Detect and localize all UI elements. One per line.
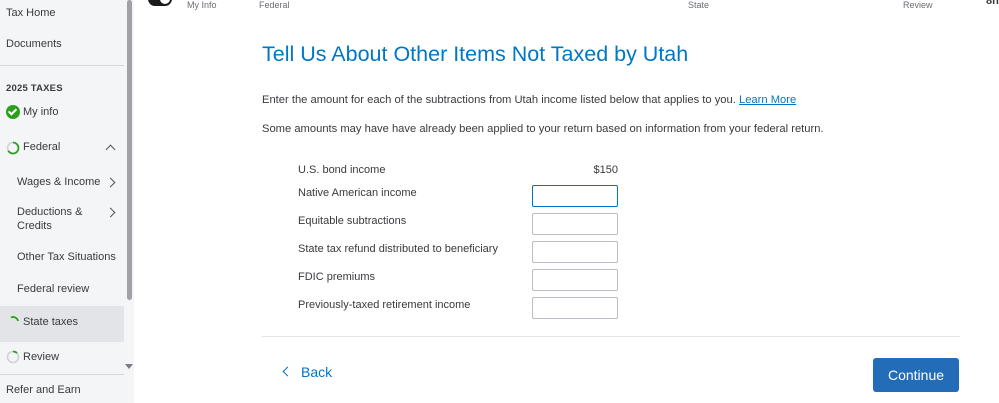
sidebar-item-label: Federal review — [17, 283, 90, 295]
scroll-down-arrow-icon[interactable] — [125, 364, 133, 369]
back-button-label: Back — [301, 364, 333, 380]
chevron-up-icon[interactable] — [105, 144, 116, 155]
sidebar-item-wages-income[interactable]: Wages & Income — [0, 176, 124, 192]
footer-divider — [262, 336, 960, 337]
sidebar-item-label: Deductions & — [17, 206, 83, 218]
time-remaining: 8h — [986, 0, 999, 7]
state-tax-refund-input[interactable] — [532, 241, 618, 263]
equitable-subtractions-input[interactable] — [532, 213, 618, 235]
intro-paragraph: Enter the amount for each of the subtrac… — [262, 94, 796, 106]
progress-ring-icon — [6, 141, 20, 155]
toggle-switch[interactable] — [148, 0, 172, 6]
sidebar-item-federal-review[interactable]: Federal review — [0, 283, 124, 299]
row-label-fdic-premiums: FDIC premiums — [298, 271, 376, 283]
note-paragraph: Some amounts may have have already been … — [262, 123, 824, 135]
native-american-income-input[interactable] — [532, 185, 618, 207]
row-label-state-tax-refund: State tax refund distributed to benefici… — [298, 243, 498, 255]
continue-button[interactable]: Continue — [873, 358, 959, 392]
scrollbar-thumb[interactable] — [127, 0, 132, 300]
checkmark-icon — [6, 105, 20, 119]
sidebar-item-label: Documents — [6, 38, 62, 50]
sidebar-divider — [0, 374, 124, 375]
sidebar-item-documents[interactable]: Documents — [0, 38, 130, 50]
sidebar: Tax Home Documents 2025 TAXES My info Fe… — [0, 0, 124, 403]
sidebar-item-label: Wages & Income — [17, 176, 101, 188]
back-button[interactable]: Back — [280, 364, 332, 380]
progress-step-state: State — [688, 0, 710, 10]
us-bond-income-value: $150 — [593, 164, 618, 176]
sidebar-item-label: Federal — [23, 141, 61, 153]
sidebar-scrollbar[interactable] — [124, 0, 134, 403]
sidebar-divider — [0, 65, 124, 66]
sidebar-item-review[interactable]: Review — [0, 350, 124, 366]
progress-step-my-info: My Info — [187, 0, 217, 10]
chevron-left-icon — [282, 366, 293, 377]
sidebar-item-state-taxes[interactable]: State taxes — [0, 306, 124, 342]
fdic-premiums-input[interactable] — [532, 269, 618, 291]
chevron-right-icon — [105, 207, 116, 218]
intro-text: Enter the amount for each of the subtrac… — [262, 94, 736, 106]
sidebar-item-label: Other Tax Situations — [17, 251, 116, 263]
progress-spinner-icon — [10, 316, 19, 322]
sidebar-item-label: Credits — [17, 220, 52, 232]
sidebar-section-heading: 2025 TAXES — [6, 83, 63, 94]
sidebar-item-label: Tax Home — [6, 7, 56, 19]
sidebar-item-my-info[interactable]: My info — [0, 105, 124, 121]
sidebar-item-federal[interactable]: Federal — [0, 140, 124, 156]
row-label-native-american-income: Native American income — [298, 187, 417, 199]
sidebar-item-label: Review — [23, 351, 60, 363]
row-label-us-bond-income: U.S. bond income — [298, 164, 386, 176]
chevron-right-icon — [105, 177, 116, 188]
sidebar-item-label: Refer and Earn — [6, 384, 81, 396]
progress-step-federal: Federal — [259, 0, 290, 10]
sidebar-item-label: My info — [23, 106, 59, 118]
row-label-equitable-subtractions: Equitable subtractions — [298, 215, 407, 227]
row-label-previously-taxed-retirement: Previously-taxed retirement income — [298, 299, 471, 311]
sidebar-item-tax-home[interactable]: Tax Home — [0, 7, 130, 19]
sidebar-item-refer-earn[interactable]: Refer and Earn — [0, 384, 130, 396]
learn-more-link[interactable]: Learn More — [739, 94, 796, 106]
sidebar-item-other-tax-situations[interactable]: Other Tax Situations — [0, 251, 124, 267]
progress-ring-icon — [6, 350, 20, 364]
progress-step-review: Review — [903, 0, 933, 10]
sidebar-item-deductions-credits[interactable]: Deductions & Credits — [0, 206, 124, 236]
page-title: Tell Us About Other Items Not Taxed by U… — [262, 42, 689, 66]
sidebar-item-label: State taxes — [23, 316, 79, 328]
previously-taxed-retirement-input[interactable] — [532, 297, 618, 319]
